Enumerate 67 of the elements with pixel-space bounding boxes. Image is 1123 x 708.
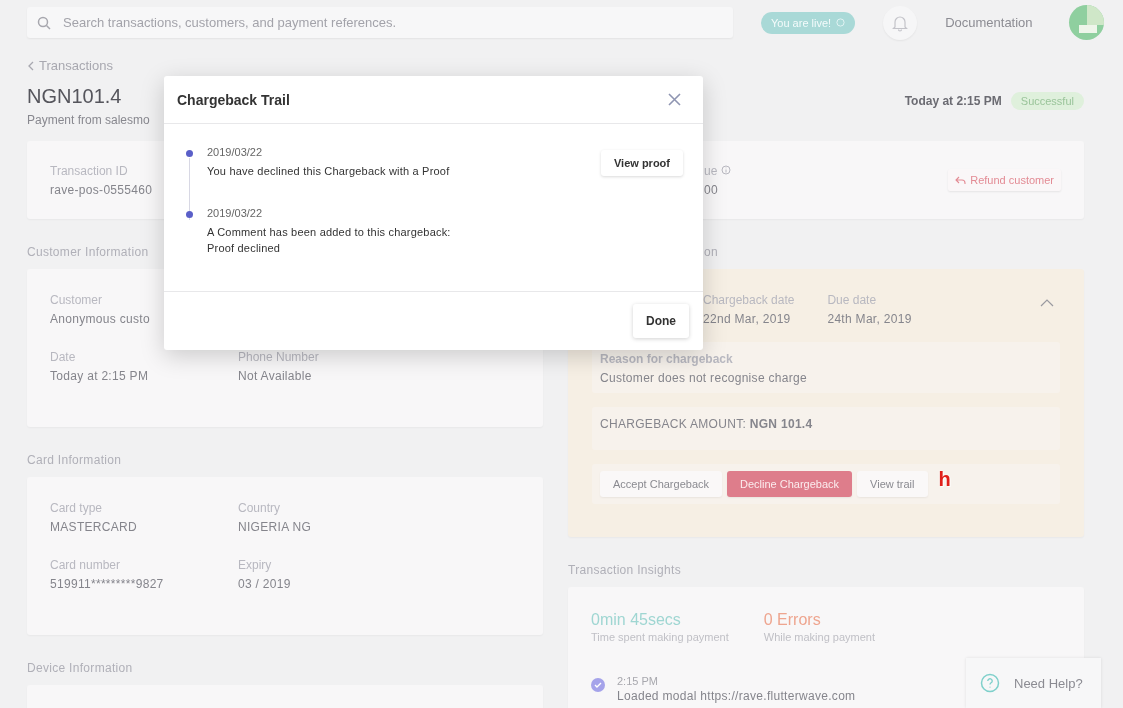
event-text: Loaded modal https://rave.flutterwave.com xyxy=(617,689,856,703)
field-value: Anonymous custo xyxy=(50,312,151,326)
field-value: 03 / 2019 xyxy=(238,577,292,591)
field-value: 22nd Mar, 2019 xyxy=(703,312,792,326)
chargeback-action-button[interactable]: Decline Chargeback xyxy=(727,471,853,497)
search-input[interactable]: Search transactions, customers, and payment references. xyxy=(61,14,723,31)
help-button[interactable]: Need Help? xyxy=(966,658,1101,708)
field-value: NIGERIA NG xyxy=(238,520,312,534)
section-title: on xyxy=(703,245,718,259)
timeline-dot xyxy=(186,211,193,218)
timeline-dot xyxy=(186,150,193,157)
chevron-left-icon xyxy=(27,60,35,71)
trail-text: A Comment has been added to this chargeback: Proof declined xyxy=(207,225,451,256)
transaction-amount: NGN101.4 xyxy=(27,85,123,108)
chevron-icon[interactable] xyxy=(1040,299,1054,307)
transaction-time: Today at 2:15 PM xyxy=(904,94,1002,108)
live-badge: You are live! xyxy=(761,11,856,34)
section-title: Card Information xyxy=(27,453,122,467)
field-label: Phone Number xyxy=(238,350,320,364)
error-count: 0 Errors xyxy=(763,611,822,629)
field-label: ue xyxy=(704,163,731,178)
field-label: Country xyxy=(238,501,282,515)
field-label: Transaction ID xyxy=(50,163,129,178)
close-icon[interactable] xyxy=(668,93,681,106)
section-title: Customer Information xyxy=(27,245,149,259)
refund-button[interactable]: Refund customer xyxy=(948,169,1061,191)
bell-icon[interactable] xyxy=(883,5,918,40)
time-spent: 0min 45secs xyxy=(591,611,682,629)
back-link[interactable]: Transactions xyxy=(0,45,1123,73)
field-label: Card type xyxy=(50,501,104,515)
field-value: 24th Mar, 2019 xyxy=(827,312,912,326)
trail-text: You have declined this Chargeback with a Proof xyxy=(207,164,450,179)
field-value: Customer does not recognise charge xyxy=(600,371,808,385)
undo-arrow-icon xyxy=(955,175,967,185)
check-icon xyxy=(591,678,605,692)
field-value: Today at 2:15 PM xyxy=(50,369,150,383)
done-button[interactable]: Done xyxy=(633,304,689,338)
event-time: 2:15 PM xyxy=(617,675,659,687)
view-proof-button[interactable]: View proof xyxy=(600,150,683,176)
field-value: 519911*********9827 xyxy=(50,577,165,591)
field-value: Not Available xyxy=(238,369,313,383)
chargeback-amount: CHARGEBACK AMOUNT: NGN 101.4 xyxy=(600,417,814,431)
field-label: Chargeback date xyxy=(703,293,795,307)
field-label: Reason for chargeback xyxy=(600,352,734,366)
section-title: Device Information xyxy=(27,661,133,675)
dialog-title: Chargeback Trail xyxy=(177,91,290,108)
search-field[interactable]: Search transactions, customers, and payment references. xyxy=(27,7,733,38)
field-label: Card number xyxy=(50,558,122,572)
help-icon xyxy=(980,673,1000,693)
field-label: Due date xyxy=(827,293,878,307)
chargeback-action-button[interactable]: Accept Chargeback xyxy=(600,471,722,497)
section-title: Transaction Insights xyxy=(568,563,681,577)
field-value: rave-pos-0555460 xyxy=(50,182,153,197)
status-badge: Successful xyxy=(1010,92,1084,110)
field-label: Date xyxy=(50,350,77,364)
annotation-mark: h xyxy=(938,467,951,491)
field-value: 00 xyxy=(704,182,719,197)
documentation-link[interactable]: Documentation xyxy=(945,15,1033,30)
field-value: MASTERCARD xyxy=(50,520,138,534)
trail-date: 2019/03/22 xyxy=(207,146,264,158)
field-label: Expiry xyxy=(238,558,273,572)
search-icon xyxy=(37,15,51,30)
trail-date: 2019/03/22 xyxy=(207,207,264,219)
chargeback-action-button[interactable]: View trail xyxy=(857,471,928,497)
avatar[interactable] xyxy=(1069,5,1104,40)
transaction-subtitle: Payment from salesmo xyxy=(27,113,150,127)
field-label: Customer xyxy=(50,293,103,307)
